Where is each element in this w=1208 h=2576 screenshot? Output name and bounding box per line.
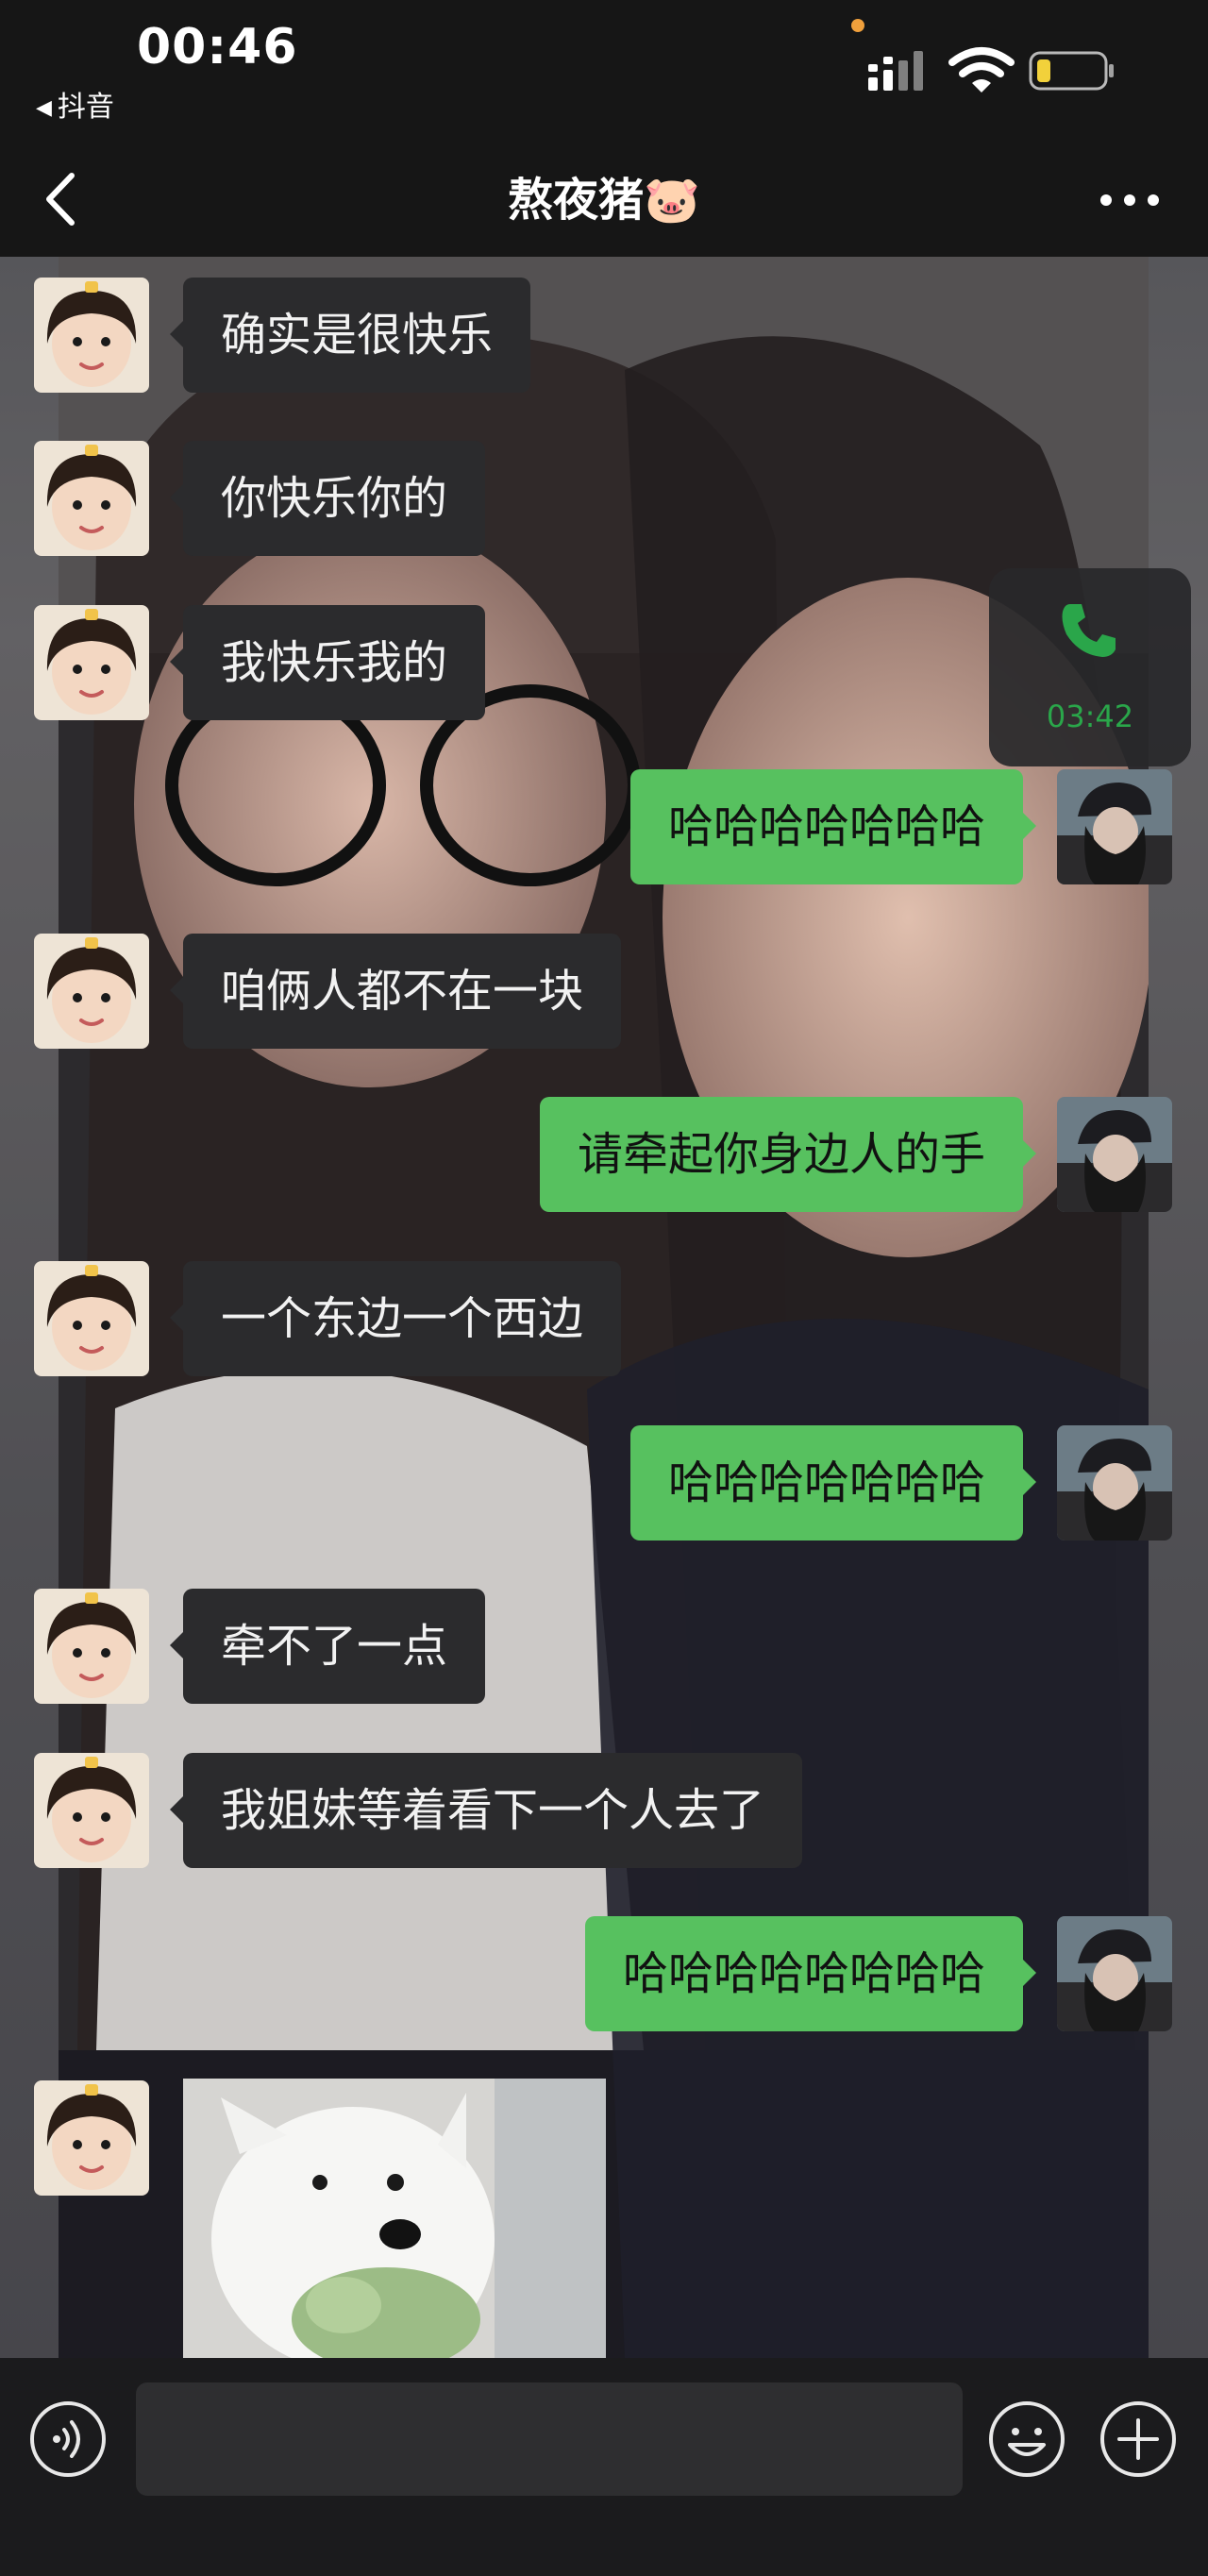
message-row: 一个东边一个西边 <box>0 1261 1208 1376</box>
image-message-puppy[interactable] <box>183 2079 606 2358</box>
input-bar <box>0 2358 1208 2576</box>
message-row: 请牵起你身边人的手 <box>0 1097 1208 1212</box>
message-row: 牵不了一点 <box>0 1589 1208 1704</box>
privacy-indicator-dot <box>851 19 864 32</box>
message-row: 哈哈哈哈哈哈哈 <box>0 769 1208 884</box>
message-row: 咱俩人都不在一块 <box>0 934 1208 1049</box>
battery-icon <box>1029 51 1114 91</box>
call-timer: 03:42 <box>1046 699 1134 734</box>
puppy-photo <box>183 2079 606 2358</box>
message-bubble-received[interactable]: 确实是很快乐 <box>169 278 531 393</box>
message-bubble-sent[interactable]: 哈哈哈哈哈哈哈哈 <box>584 1916 1037 2031</box>
message-bubble-sent[interactable]: 哈哈哈哈哈哈哈 <box>629 769 1037 884</box>
back-to-app-link[interactable]: ◀ 抖音 <box>36 83 114 125</box>
contact-avatar[interactable] <box>34 1261 149 1376</box>
contact-avatar[interactable] <box>34 1589 149 1704</box>
message-bubble-received[interactable]: 一个东边一个西边 <box>169 1261 622 1376</box>
message-bubble-received[interactable]: 我姐妹等着看下一个人去了 <box>169 1753 803 1868</box>
cellular-signal-icon <box>868 51 923 91</box>
back-app-label: 抖音 <box>57 91 114 124</box>
status-time: 00:46 <box>137 19 298 76</box>
contact-avatar[interactable] <box>34 1753 149 1868</box>
message-bubble-received[interactable]: 咱俩人都不在一块 <box>169 934 622 1049</box>
voice-icon[interactable] <box>28 2399 108 2479</box>
message-bubble-received[interactable]: 牵不了一点 <box>169 1589 486 1704</box>
call-floating-window[interactable]: 03:42 <box>989 568 1191 766</box>
contact-avatar[interactable] <box>34 605 149 720</box>
self-avatar[interactable] <box>1057 1916 1172 2031</box>
message-bubble-sent[interactable]: 哈哈哈哈哈哈哈 <box>629 1425 1037 1541</box>
message-row: 哈哈哈哈哈哈哈哈 <box>0 1916 1208 2031</box>
wifi-icon <box>948 47 1015 93</box>
message-row: 确实是很快乐 <box>0 278 1208 393</box>
self-avatar[interactable] <box>1057 1097 1172 1212</box>
emoji-icon[interactable] <box>987 2399 1066 2479</box>
chat-header: 熬夜猪🐷 <box>0 142 1208 257</box>
self-avatar[interactable] <box>1057 769 1172 884</box>
status-bar: 00:46 ◀ 抖音 <box>0 0 1208 142</box>
contact-avatar[interactable] <box>34 934 149 1049</box>
message-bubble-sent[interactable]: 请牵起你身边人的手 <box>539 1097 1037 1212</box>
self-avatar[interactable] <box>1057 1425 1172 1541</box>
message-row: 你快乐你的 <box>0 441 1208 556</box>
contact-avatar[interactable] <box>34 2080 149 2196</box>
more-options-icon[interactable] <box>1097 181 1163 219</box>
plus-icon[interactable] <box>1099 2399 1178 2479</box>
message-bubble-received[interactable]: 你快乐你的 <box>169 441 486 556</box>
chat-area[interactable]: 确实是很快乐 你快乐你的 我快乐我的 哈哈哈哈哈哈哈 咱俩人都不在一块 请牵起你… <box>0 257 1208 2358</box>
message-row: 哈哈哈哈哈哈哈 <box>0 1425 1208 1541</box>
back-triangle-icon: ◀ <box>36 96 52 120</box>
chat-title: 熬夜猪🐷 <box>508 174 700 227</box>
contact-avatar[interactable] <box>34 278 149 393</box>
message-input[interactable] <box>136 2382 963 2496</box>
message-row: 我姐妹等着看下一个人去了 <box>0 1753 1208 1868</box>
contact-avatar[interactable] <box>34 441 149 556</box>
phone-icon <box>1062 604 1116 657</box>
message-bubble-received[interactable]: 我快乐我的 <box>169 605 486 720</box>
